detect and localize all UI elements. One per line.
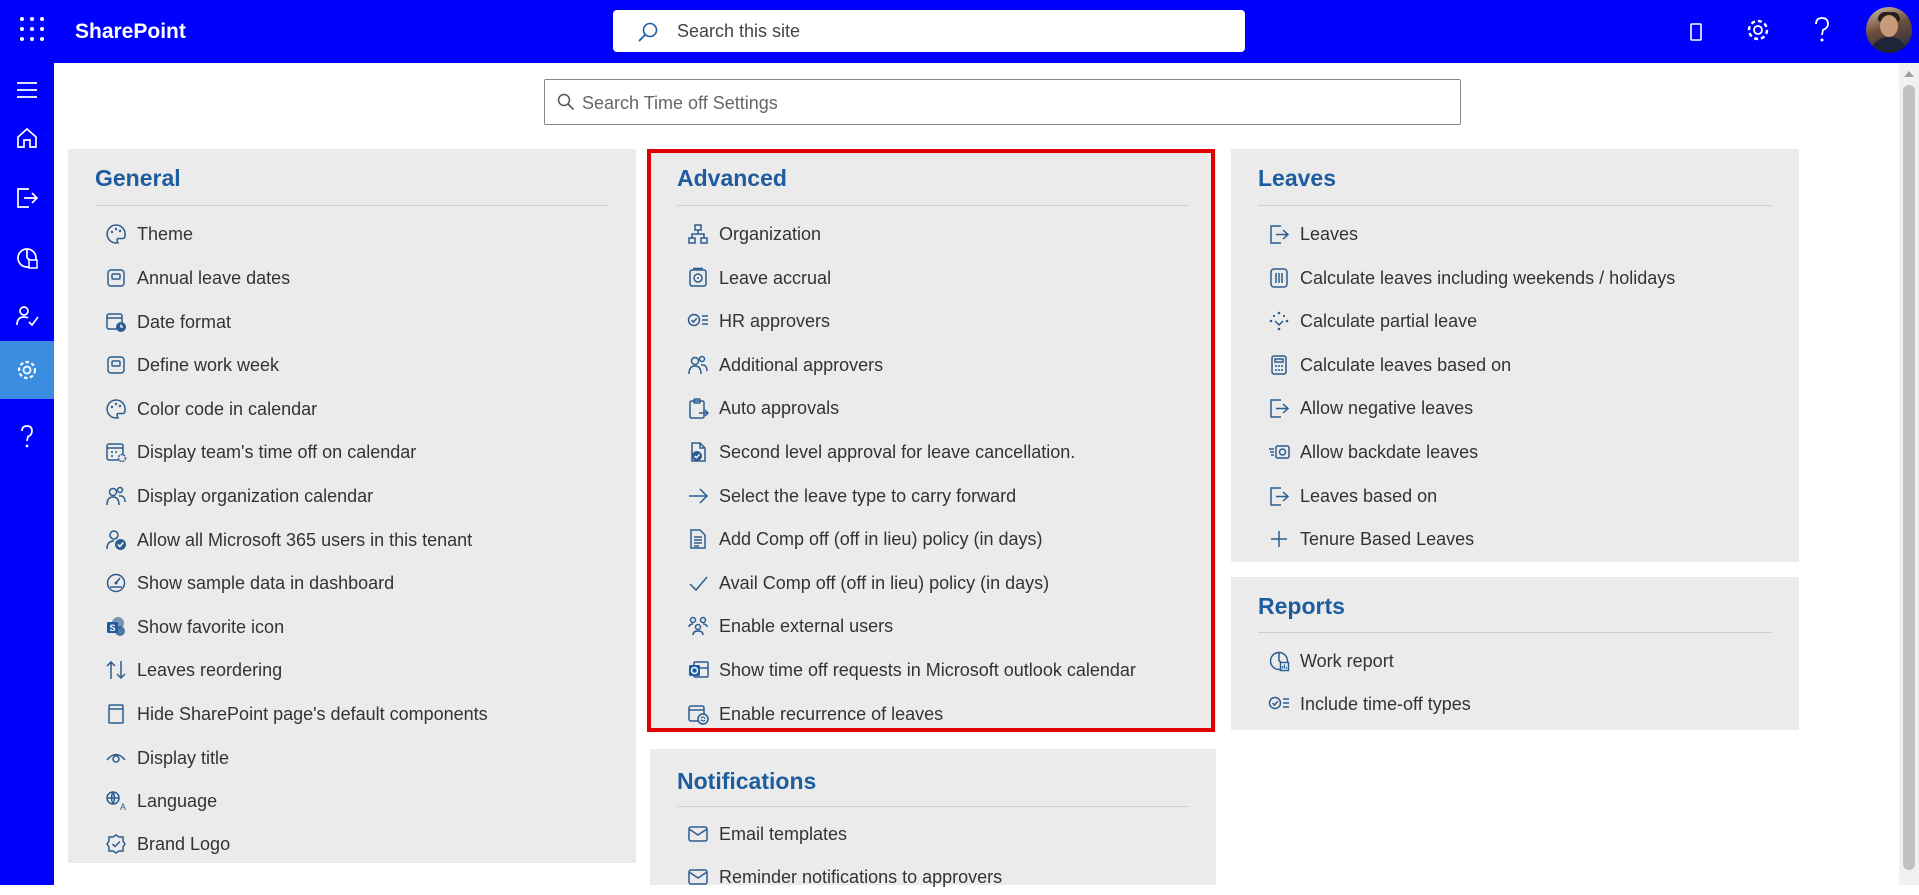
leaves-setting-label: Calculate leaves including weekends / ho… (1300, 268, 1676, 288)
help-icon[interactable] (0, 409, 54, 463)
general-setting-label: Leaves reordering (137, 660, 283, 680)
general-setting-label: Annual leave dates (137, 268, 291, 288)
calculator-icon (1268, 354, 1290, 376)
general-setting-label: Define work week (137, 355, 280, 375)
palette-icon (105, 223, 127, 245)
notifications-panel: Notifications Email templates Reminder no… (650, 749, 1216, 887)
reports-setting-label: Work report (1300, 651, 1394, 671)
page-icon (105, 703, 127, 725)
divider (1258, 205, 1772, 206)
checklist-icon (1268, 693, 1290, 715)
top-bar: SharePoint Search this site (0, 0, 1919, 63)
user-approve-icon[interactable] (0, 289, 54, 343)
divider (677, 806, 1189, 807)
leaves-setting-label: Allow backdate leaves (1300, 442, 1479, 462)
app-brand[interactable]: SharePoint (75, 0, 186, 63)
leaves-setting-label: Tenure Based Leaves (1300, 529, 1475, 549)
person-check-icon (105, 529, 127, 551)
mail-icon (687, 823, 709, 845)
leave-exit-icon (1268, 223, 1290, 245)
search-icon (638, 22, 658, 42)
leaves-setting-label: Calculate leaves based on (1300, 355, 1512, 375)
general-setting-label: Date format (137, 312, 232, 332)
leaves-panel: Leaves Leaves Calculate leaves including … (1231, 149, 1799, 562)
notifications-panel-title: Notifications (677, 768, 817, 794)
leaves-setting-label: Leaves based on (1300, 486, 1438, 506)
report-icon[interactable] (0, 231, 54, 285)
backdate-icon (1268, 441, 1290, 463)
leaves-setting-label: Calculate partial leave (1300, 311, 1478, 331)
divider (1258, 632, 1772, 633)
notifications-setting-label: Email templates (719, 824, 848, 844)
general-setting-label: Display organization calendar (137, 486, 374, 506)
avatar[interactable] (1866, 7, 1912, 53)
home-icon[interactable] (0, 111, 54, 165)
general-setting-label: Display team's time off on calendar (137, 442, 417, 462)
scrollbar-thumb[interactable] (1903, 85, 1915, 870)
settings-search-placeholder: Search Time off Settings (582, 93, 778, 113)
general-setting-label: Allow all Microsoft 365 users in this te… (137, 530, 473, 550)
general-setting-label: Show sample data in dashboard (137, 573, 395, 593)
divider (95, 205, 609, 206)
general-setting-label: Theme (137, 224, 194, 244)
search-icon (557, 93, 575, 111)
up-down-arrow-icon (105, 659, 127, 681)
help-icon[interactable] (1808, 15, 1836, 43)
columns-icon (1268, 267, 1290, 289)
leave-exit-icon[interactable] (0, 171, 54, 225)
advanced-panel-highlight (647, 149, 1215, 732)
people-icon (105, 485, 127, 507)
mobile-icon[interactable] (1682, 18, 1710, 46)
eye-icon (105, 747, 127, 769)
general-setting-label: Show favorite icon (137, 617, 285, 637)
leave-exit-icon (1268, 485, 1290, 507)
settings-gear-icon[interactable] (0, 341, 54, 399)
general-setting-label: Brand Logo (137, 834, 231, 854)
leaves-setting-label: Leaves (1300, 224, 1359, 244)
site-search-placeholder: Search this site (677, 21, 801, 41)
general-setting-label: Language (137, 791, 218, 811)
notifications-setting-label: Reminder notifications to approvers (719, 867, 1003, 887)
calendar-settings-icon (105, 441, 127, 463)
general-panel-title: General (95, 165, 181, 191)
leaves-setting-label: Allow negative leaves (1300, 398, 1474, 418)
scroll-up-arrow-icon[interactable] (1904, 71, 1914, 77)
language-icon: A (105, 790, 127, 812)
leaves-panel-title: Leaves (1258, 165, 1337, 191)
settings-gear-icon[interactable] (1744, 16, 1772, 44)
gauge-icon (105, 572, 127, 594)
leave-exit-icon (1268, 397, 1290, 419)
calendar-clock-icon (105, 311, 127, 333)
app-launcher-icon[interactable] (20, 17, 44, 41)
plus-icon (1268, 528, 1290, 550)
general-panel: General Theme Annual leave dates Date form… (68, 149, 636, 863)
svg-text:A: A (120, 802, 126, 812)
svg-text:S: S (109, 623, 115, 633)
menu-icon[interactable] (0, 63, 54, 117)
palette-icon (105, 398, 127, 420)
general-setting-label: Hide SharePoint page's default component… (137, 704, 488, 724)
reports-panel-title: Reports (1258, 593, 1345, 619)
vertical-scrollbar[interactable] (1899, 63, 1919, 885)
reports-setting-label: Include time-off types (1300, 694, 1471, 714)
general-setting-label: Display title (137, 748, 230, 768)
badge-icon (105, 833, 127, 855)
general-setting-label: Color code in calendar (137, 399, 318, 419)
calendar-box-icon (105, 354, 127, 376)
site-search-box[interactable]: Search this site (613, 10, 1245, 52)
left-navigation-rail (0, 63, 54, 885)
reports-panel: Reports Work report Include time-off type… (1231, 577, 1799, 730)
calendar-box-icon (105, 267, 127, 289)
settings-search-input[interactable]: Search Time off Settings (544, 79, 1461, 125)
partial-dots-icon (1268, 310, 1290, 332)
report-icon (1268, 650, 1290, 672)
sharepoint-logo-icon: S (105, 616, 127, 638)
